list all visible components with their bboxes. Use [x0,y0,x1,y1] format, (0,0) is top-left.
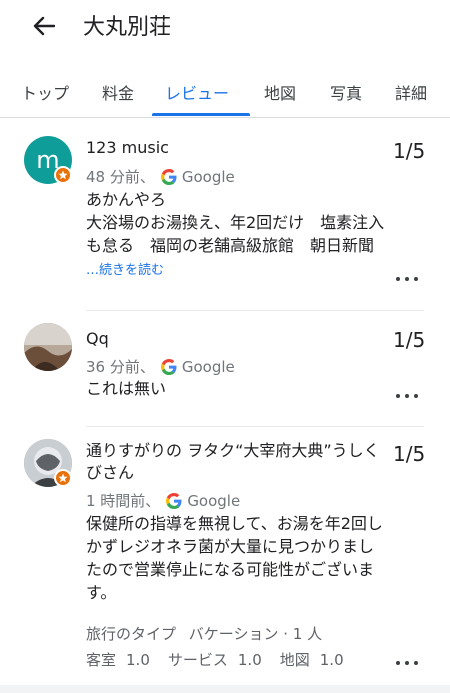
review-meta: 1 時間前、 Google [86,490,240,511]
local-guide-star-icon [54,166,72,184]
review-score: 1/5 [393,139,426,163]
google-g-icon [160,168,177,185]
reviewer-name[interactable]: 123 music [86,137,169,159]
reviewer-name[interactable]: Qq [86,328,109,350]
review-text: 保健所の指導を無視して、お湯を年2回しかずレジオネラ菌が大量に見つかりましたので… [86,514,383,602]
review-meta: 48 分前、 Google [86,166,235,187]
trip-type-value: バケーション · 1 人 [188,625,323,643]
reviewer-name[interactable]: 通りすがりの ヲタク“大宰府大典”うしくびさん [86,440,386,484]
review-score: 1/5 [393,328,426,352]
page-title: 大丸別荘 [83,15,172,40]
category-ratings: 客室 1.0 サービス 1.0 地図 1.0 [86,649,362,670]
review-source: Google [181,167,235,186]
review-meta: 36 分前、 Google [86,356,235,377]
active-tab-indicator [152,113,250,116]
google-g-icon [166,492,182,509]
tab-top[interactable]: トップ [21,80,69,104]
divider [86,426,424,427]
more-horiz-icon [396,394,400,398]
tab-map[interactable]: 地図 [264,80,296,104]
more-options-button[interactable] [396,657,418,669]
rating-label-room: 客室 [86,651,117,669]
divider [86,310,424,311]
rating-value-location: 1.0 [319,651,344,669]
tab-details[interactable]: 詳細 [395,80,427,104]
more-options-button[interactable] [396,273,418,285]
review-time: 48 分前、 [86,168,155,186]
local-guide-star-icon [54,469,72,487]
review-score: 1/5 [393,442,426,466]
avatar-photo [24,323,72,371]
review-source: Google [181,357,235,376]
rating-label-location: 地図 [279,651,310,669]
review-time: 36 分前、 [86,358,155,376]
tab-reviews[interactable]: レビュー [165,80,229,104]
app-header: 大丸別荘 [0,0,450,56]
tab-bar: トップ 料金 レビュー 地図 写真 詳細 [0,70,450,118]
more-horiz-icon [396,661,400,665]
review-text: これは無い [86,379,167,398]
review-time: 1 時間前、 [86,492,161,510]
more-options-button[interactable] [396,390,418,402]
rating-value-service: 1.0 [237,651,262,669]
arrow-left-icon [33,16,55,36]
trip-type: 旅行のタイプ バケーション · 1 人 [86,623,322,644]
trip-type-label: 旅行のタイプ [86,625,177,643]
bottom-separator [0,685,450,693]
read-more-link[interactable]: …続きを読む [86,263,164,278]
back-button[interactable] [26,10,62,42]
tab-photos[interactable]: 写真 [330,80,362,104]
rating-label-service: サービス [167,651,228,669]
more-horiz-icon [396,277,400,281]
review-text-block: あかんやろ 大浴場のお湯換え、年2回だけ 塩素注入も怠る 福岡の老舗高級旅館 朝… [86,188,386,282]
review-text: あかんやろ 大浴場のお湯換え、年2回だけ 塩素注入も怠る 福岡の老舗高級旅館 朝… [86,190,385,255]
google-g-icon [160,358,177,375]
review-source: Google [187,491,241,510]
rating-value-room: 1.0 [126,651,150,669]
tab-price[interactable]: 料金 [102,80,134,104]
avatar[interactable] [24,323,72,371]
